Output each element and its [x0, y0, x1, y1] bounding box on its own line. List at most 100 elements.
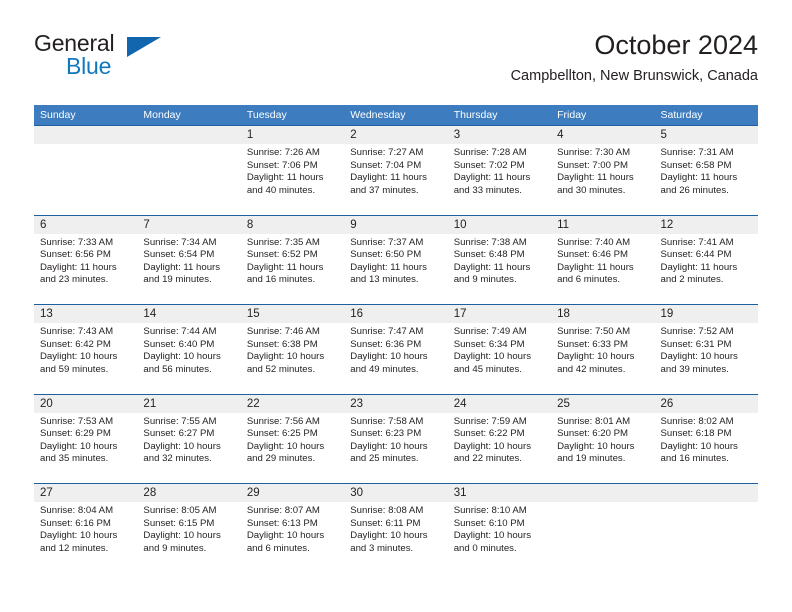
- daylight-text-line2: and 16 minutes.: [246, 274, 316, 286]
- day-cell[interactable]: Sunrise: 7:49 AM Sunset: 6:34 PM Dayligh…: [448, 305, 551, 394]
- daylight-text-line1: Daylight: 10 hours: [246, 351, 325, 363]
- day-cell[interactable]: Sunrise: 7:38 AM Sunset: 6:48 PM Dayligh…: [448, 216, 551, 305]
- week-row: 20 21 22 23 24 25 26 Sunrise: 7:53 AM Su…: [34, 393, 758, 484]
- weekday-header-row: Sunday Monday Tuesday Wednesday Thursday…: [34, 105, 758, 125]
- daylight-text-line2: and 45 minutes.: [453, 363, 522, 375]
- week-row: 1 2 3 4 5 Sunrise: 7:26 AM Sunset: 7:06 …: [34, 125, 758, 215]
- day-cell[interactable]: Sunrise: 8:02 AM Sunset: 6:18 PM Dayligh…: [655, 395, 758, 484]
- day-cell[interactable]: Sunrise: 7:30 AM Sunset: 7:00 PM Dayligh…: [551, 126, 654, 215]
- weekday-header-thursday: Thursday: [453, 109, 498, 121]
- day-cell[interactable]: Sunrise: 7:33 AM Sunset: 6:56 PM Dayligh…: [34, 216, 137, 305]
- sunrise-text: Sunrise: 8:02 AM: [660, 415, 734, 427]
- day-cell[interactable]: Sunrise: 7:34 AM Sunset: 6:54 PM Dayligh…: [137, 216, 240, 305]
- sunrise-text: Sunrise: 7:37 AM: [350, 236, 424, 248]
- day-cell[interactable]: Sunrise: 7:26 AM Sunset: 7:06 PM Dayligh…: [241, 126, 344, 215]
- day-cell[interactable]: Sunrise: 8:10 AM Sunset: 6:10 PM Dayligh…: [448, 484, 551, 573]
- sunrise-text: Sunrise: 7:47 AM: [350, 326, 424, 337]
- sunrise-text: Sunrise: 8:08 AM: [350, 505, 424, 516]
- daylight-text-line1: Daylight: 10 hours: [557, 351, 635, 363]
- sunset-text: Sunset: 6:29 PM: [40, 428, 111, 440]
- sunrise-text: Sunrise: 7:52 AM: [660, 326, 734, 337]
- day-cell[interactable]: Sunrise: 7:50 AM Sunset: 6:33 PM Dayligh…: [551, 305, 654, 394]
- sunrise-text: Sunrise: 8:01 AM: [557, 415, 631, 427]
- day-cell[interactable]: Sunrise: 7:28 AM Sunset: 7:02 PM Dayligh…: [448, 126, 551, 215]
- day-cell[interactable]: Sunrise: 7:46 AM Sunset: 6:38 PM Dayligh…: [241, 305, 344, 394]
- calendar-grid: Sunday Monday Tuesday Wednesday Thursday…: [34, 105, 758, 573]
- daylight-text-line2: and 22 minutes.: [453, 453, 522, 465]
- sunset-text: Sunset: 6:34 PM: [453, 338, 525, 350]
- daylight-text-line2: and 52 minutes.: [246, 363, 316, 375]
- sunset-text: Sunset: 7:06 PM: [246, 159, 318, 171]
- day-cell[interactable]: Sunrise: 7:37 AM Sunset: 6:50 PM Dayligh…: [344, 216, 447, 305]
- daylight-text-line2: and 19 minutes.: [143, 274, 212, 286]
- daylight-text-line1: Daylight: 10 hours: [350, 440, 428, 452]
- page-header: General Blue October 2024 Campbellton, N…: [34, 28, 758, 94]
- day-cell[interactable]: Sunrise: 7:31 AM Sunset: 6:58 PM Dayligh…: [655, 126, 758, 215]
- sunset-text: Sunset: 6:31 PM: [660, 338, 732, 350]
- week-body: Sunrise: 8:04 AM Sunset: 6:16 PM Dayligh…: [34, 484, 758, 573]
- daylight-text-line1: Daylight: 10 hours: [660, 351, 738, 363]
- sunset-text: Sunset: 7:00 PM: [557, 159, 629, 171]
- day-cell[interactable]: Sunrise: 7:52 AM Sunset: 6:31 PM Dayligh…: [655, 305, 758, 394]
- daylight-text-line2: and 23 minutes.: [40, 274, 109, 286]
- sunrise-text: Sunrise: 8:10 AM: [453, 505, 527, 516]
- day-cell[interactable]: Sunrise: 8:04 AM Sunset: 6:16 PM Dayligh…: [34, 484, 137, 573]
- day-cell[interactable]: [137, 126, 240, 215]
- day-cell[interactable]: Sunrise: 8:05 AM Sunset: 6:15 PM Dayligh…: [137, 484, 240, 573]
- day-cell[interactable]: Sunrise: 7:53 AM Sunset: 6:29 PM Dayligh…: [34, 395, 137, 484]
- sunset-text: Sunset: 6:10 PM: [453, 517, 525, 529]
- day-cell[interactable]: Sunrise: 7:27 AM Sunset: 7:04 PM Dayligh…: [344, 126, 447, 215]
- title-block: October 2024 Campbellton, New Brunswick,…: [511, 28, 758, 86]
- day-cell[interactable]: Sunrise: 7:56 AM Sunset: 6:25 PM Dayligh…: [241, 395, 344, 484]
- daylight-text-line2: and 26 minutes.: [660, 184, 729, 196]
- day-cell[interactable]: Sunrise: 7:40 AM Sunset: 6:46 PM Dayligh…: [551, 216, 654, 305]
- day-cell[interactable]: Sunrise: 7:59 AM Sunset: 6:22 PM Dayligh…: [448, 395, 551, 484]
- sunset-text: Sunset: 6:11 PM: [350, 517, 421, 529]
- daylight-text-line1: Daylight: 11 hours: [557, 261, 634, 273]
- day-cell[interactable]: Sunrise: 8:08 AM Sunset: 6:11 PM Dayligh…: [344, 484, 447, 573]
- daylight-text-line2: and 56 minutes.: [143, 363, 212, 375]
- sunrise-text: Sunrise: 7:27 AM: [350, 147, 424, 158]
- sunrise-text: Sunrise: 7:43 AM: [40, 326, 114, 337]
- daylight-text-line1: Daylight: 10 hours: [660, 440, 738, 452]
- week-row: 13 14 15 16 17 18 19 Sunrise: 7:43 AM Su…: [34, 304, 758, 394]
- daylight-text-line1: Daylight: 11 hours: [350, 172, 427, 184]
- sunrise-text: Sunrise: 7:38 AM: [453, 236, 527, 248]
- sunrise-text: Sunrise: 7:44 AM: [143, 326, 217, 337]
- sunrise-text: Sunrise: 7:58 AM: [350, 415, 424, 427]
- day-cell[interactable]: [551, 484, 654, 573]
- day-cell[interactable]: [34, 126, 137, 215]
- day-cell[interactable]: Sunrise: 7:58 AM Sunset: 6:23 PM Dayligh…: [344, 395, 447, 484]
- daylight-text-line2: and 29 minutes.: [246, 453, 316, 465]
- sunset-text: Sunset: 7:02 PM: [453, 159, 525, 171]
- calendar-page: General Blue October 2024 Campbellton, N…: [0, 0, 792, 612]
- day-cell[interactable]: Sunrise: 7:43 AM Sunset: 6:42 PM Dayligh…: [34, 305, 137, 394]
- day-cell[interactable]: [655, 484, 758, 573]
- daylight-text-line1: Daylight: 10 hours: [350, 530, 428, 542]
- general-blue-logo[interactable]: General Blue: [34, 28, 254, 86]
- sunset-text: Sunset: 6:44 PM: [660, 249, 732, 261]
- day-cell[interactable]: Sunrise: 7:35 AM Sunset: 6:52 PM Dayligh…: [241, 216, 344, 305]
- daylight-text-line2: and 30 minutes.: [557, 184, 626, 196]
- day-cell[interactable]: Sunrise: 7:55 AM Sunset: 6:27 PM Dayligh…: [137, 395, 240, 484]
- week-body: Sunrise: 7:53 AM Sunset: 6:29 PM Dayligh…: [34, 395, 758, 484]
- page-subtitle: Campbellton, New Brunswick, Canada: [510, 68, 758, 84]
- day-cell[interactable]: Sunrise: 7:41 AM Sunset: 6:44 PM Dayligh…: [655, 216, 758, 305]
- week-row: 27 28 29 30 31 Sunrise: 8:04 AM Sunset: …: [34, 483, 758, 573]
- weekday-header-sunday: Sunday: [40, 109, 76, 121]
- daylight-text-line2: and 12 minutes.: [40, 542, 109, 554]
- day-cell[interactable]: Sunrise: 7:47 AM Sunset: 6:36 PM Dayligh…: [344, 305, 447, 394]
- logo-word-blue: Blue: [66, 53, 112, 79]
- day-cell[interactable]: Sunrise: 8:07 AM Sunset: 6:13 PM Dayligh…: [241, 484, 344, 573]
- day-cell[interactable]: Sunrise: 8:01 AM Sunset: 6:20 PM Dayligh…: [551, 395, 654, 484]
- sunset-text: Sunset: 6:13 PM: [246, 517, 318, 529]
- daylight-text-line2: and 40 minutes.: [246, 184, 316, 196]
- daylight-text-line2: and 33 minutes.: [453, 184, 522, 196]
- sunset-text: Sunset: 6:33 PM: [557, 338, 629, 350]
- daylight-text-line1: Daylight: 10 hours: [246, 440, 325, 452]
- daylight-text-line1: Daylight: 11 hours: [246, 261, 324, 273]
- sunset-text: Sunset: 6:38 PM: [246, 338, 318, 350]
- daylight-text-line1: Daylight: 10 hours: [143, 440, 221, 452]
- day-cell[interactable]: Sunrise: 7:44 AM Sunset: 6:40 PM Dayligh…: [137, 305, 240, 394]
- daylight-text-line2: and 6 minutes.: [557, 274, 621, 286]
